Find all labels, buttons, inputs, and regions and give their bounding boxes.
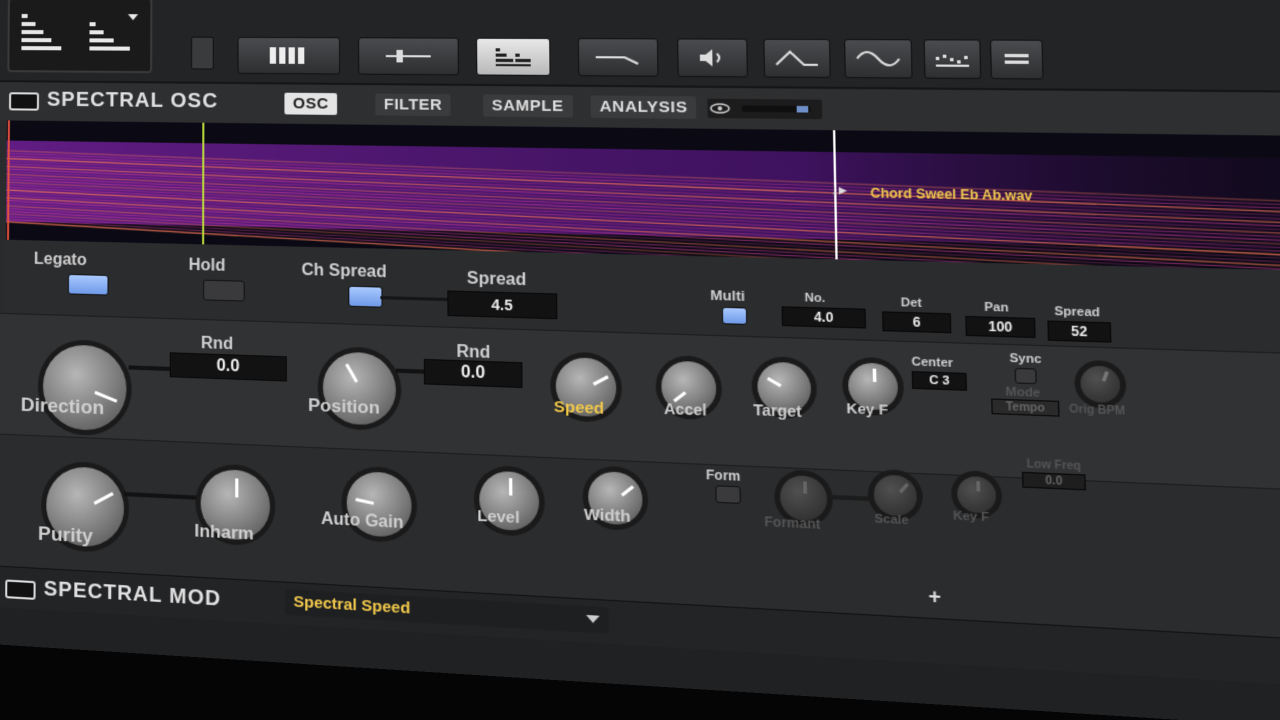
toolbar-toggle[interactable] [191, 36, 214, 70]
stage: SPECTRAL OSC OSC FILTER SAMPLE ANALYSIS … [0, 0, 1280, 720]
sort-arrow-icon[interactable]: ↓▸ [830, 180, 847, 199]
chevron-down-icon [586, 614, 600, 624]
zoom-slider[interactable] [741, 105, 811, 113]
accel-label: Accel [663, 399, 707, 419]
form-label: Form [705, 467, 741, 485]
speaker-button[interactable] [677, 38, 748, 78]
speaker-icon [699, 49, 729, 67]
spread2-label: Spread [1054, 304, 1101, 320]
eye-icon [707, 99, 732, 119]
step-sequencer-button[interactable] [923, 39, 982, 80]
hold-toggle[interactable] [203, 279, 245, 302]
spectral-mod-selected: Spectral Speed [293, 592, 411, 618]
hold-label: Hold [188, 256, 226, 276]
formant-key-f-knob[interactable] [956, 475, 997, 514]
spectral-bars-button[interactable] [476, 37, 551, 77]
spread-link [380, 296, 450, 302]
auto-gain-label: Auto Gain [321, 510, 404, 533]
lfo-sine-button[interactable] [844, 39, 913, 79]
top-toolbar [0, 0, 1280, 94]
sample-filename[interactable]: Chord Sweel Eb Ab.wav [870, 185, 1032, 203]
spectral-bars-icon [495, 48, 531, 67]
sync-toggle[interactable] [1014, 367, 1037, 385]
formant-key-f-label: Key F [952, 509, 990, 525]
no-label: No. [804, 291, 826, 306]
view-toggle[interactable] [707, 98, 823, 120]
inharm-label: Inharm [194, 520, 254, 544]
list-icon [1004, 53, 1029, 64]
det-value[interactable]: 6 [882, 311, 952, 334]
sync-label: Sync [1009, 351, 1042, 367]
section-title: SPECTRAL OSC [46, 88, 219, 113]
position-label: Position [308, 394, 380, 418]
envelope-button[interactable] [577, 38, 659, 77]
spectral-logo-icon[interactable] [7, 0, 153, 74]
position-link [395, 368, 427, 374]
fader-button[interactable] [358, 37, 459, 76]
purity-label: Purity [37, 523, 93, 548]
fader-icon [385, 49, 431, 63]
no-value[interactable]: 4.0 [781, 306, 866, 329]
low-freq-label: Low Freq [1026, 458, 1082, 474]
lfo-sine-icon [855, 48, 902, 70]
direction-label: Direction [20, 394, 105, 420]
level-label: Level [477, 506, 520, 528]
tab-analysis[interactable]: ANALYSIS [590, 95, 697, 119]
formant-link [826, 494, 875, 502]
collapse-toggle[interactable] [9, 92, 40, 111]
add-module-icon[interactable]: + [928, 585, 941, 609]
tab-filter[interactable]: FILTER [375, 93, 451, 117]
direction-link [128, 365, 170, 371]
pan-label: Pan [984, 300, 1009, 315]
scale-label: Scale [874, 512, 909, 528]
tab-osc[interactable]: OSC [284, 92, 338, 115]
rnd1-value[interactable]: 0.0 [169, 352, 287, 382]
key-f-label: Key F [846, 399, 889, 419]
piano-keys-button[interactable] [237, 36, 341, 75]
piano-keys-icon [269, 47, 305, 64]
ch-spread-label: Ch Spread [301, 261, 387, 282]
pan-value[interactable]: 100 [965, 315, 1036, 339]
step-sequencer-icon [935, 54, 970, 67]
legato-toggle[interactable] [67, 273, 109, 296]
mode-label: Mode [1005, 385, 1041, 401]
speed-label: Speed [553, 397, 605, 419]
lfo-triangle-icon [774, 47, 820, 69]
formant-label: Formant [764, 513, 821, 533]
spread-value[interactable]: 4.5 [447, 290, 558, 320]
target-label: Target [753, 400, 802, 421]
rnd2-value[interactable]: 0.0 [423, 358, 523, 389]
purity-link [123, 492, 201, 500]
scale-knob[interactable] [873, 474, 918, 517]
tab-sample[interactable]: SAMPLE [482, 94, 573, 118]
center-value[interactable]: C 3 [911, 371, 967, 391]
spectral-mod-title: SPECTRAL MOD [43, 577, 222, 611]
mode-dropdown[interactable]: Tempo [991, 398, 1060, 417]
orig-bpm-label: Orig BPM [1068, 403, 1126, 419]
lfo-triangle-button[interactable] [763, 38, 831, 79]
ch-spread-toggle[interactable] [348, 285, 383, 308]
spread-label: Spread [466, 269, 527, 290]
width-label: Width [583, 505, 631, 527]
orig-bpm-knob[interactable] [1080, 365, 1121, 404]
rnd1-label: Rnd [200, 334, 234, 354]
list-button[interactable] [989, 39, 1044, 80]
multi-label: Multi [710, 286, 746, 305]
spectral-mod-collapse-toggle[interactable] [5, 579, 36, 600]
envelope-icon [593, 47, 642, 69]
spread2-value[interactable]: 52 [1047, 320, 1112, 343]
center-label: Center [911, 355, 954, 371]
low-freq-value[interactable]: 0.0 [1021, 471, 1086, 491]
multi-toggle[interactable] [721, 306, 748, 325]
legato-label: Legato [33, 250, 87, 270]
synth-panel: SPECTRAL OSC OSC FILTER SAMPLE ANALYSIS … [0, 0, 1280, 720]
form-toggle[interactable] [715, 485, 741, 505]
det-label: Det [900, 296, 922, 311]
